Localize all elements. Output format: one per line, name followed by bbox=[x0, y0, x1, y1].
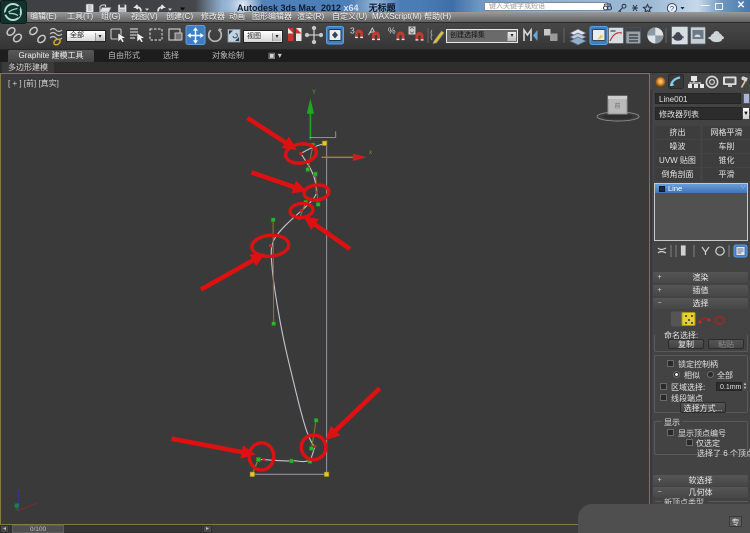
svg-text:Y: Y bbox=[312, 90, 316, 96]
svg-text:x: x bbox=[369, 150, 372, 156]
